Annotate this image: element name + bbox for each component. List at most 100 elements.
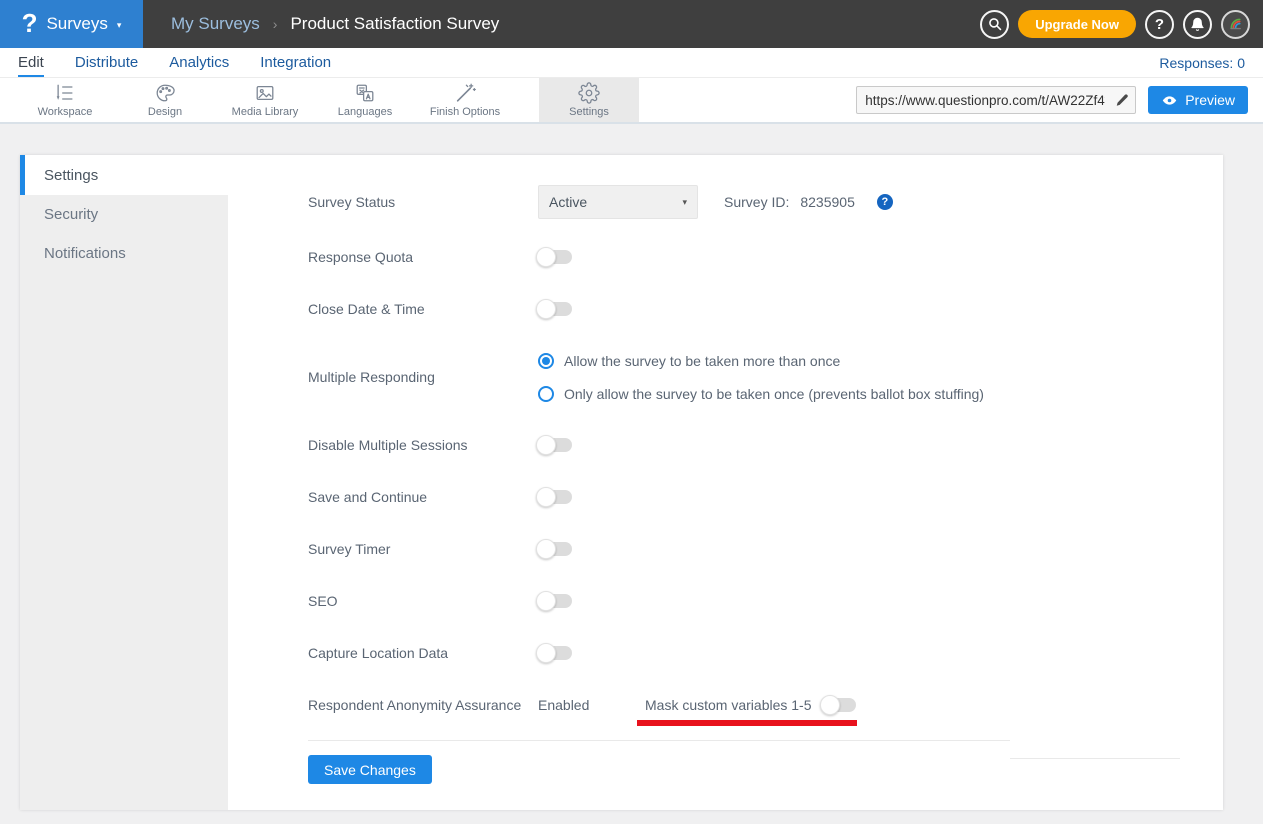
survey-id-label: Survey ID: — [724, 194, 789, 210]
seo-toggle[interactable] — [538, 594, 572, 608]
toggle-knob — [536, 299, 556, 319]
close-date-time-toggle[interactable] — [538, 302, 572, 316]
search-button[interactable] — [980, 10, 1009, 39]
chevron-down-icon: ▾ — [682, 197, 687, 208]
chevron-down-icon: ▾ — [117, 20, 122, 31]
tool-tab-languages[interactable]: Languages — [315, 78, 415, 122]
mask-custom-variables-toggle[interactable] — [822, 698, 856, 712]
notifications-button[interactable] — [1183, 10, 1212, 39]
responses-count[interactable]: Responses: 0 — [1159, 48, 1245, 77]
disable-multiple-sessions-toggle[interactable] — [538, 438, 572, 452]
tab-analytics[interactable]: Analytics — [169, 48, 229, 77]
question-icon: ? — [1155, 16, 1164, 33]
tab-edit[interactable]: Edit — [18, 48, 44, 77]
pencil-icon — [1115, 93, 1129, 107]
upgrade-now-button[interactable]: Upgrade Now — [1018, 10, 1136, 38]
survey-timer-label: Survey Timer — [308, 541, 538, 557]
seo-label: SEO — [308, 593, 538, 609]
multiple-responding-row: Multiple Responding Allow the survey to … — [308, 335, 1223, 419]
account-avatar[interactable] — [1221, 10, 1250, 39]
toggle-knob — [536, 591, 556, 611]
tool-tab-label: Settings — [569, 106, 609, 118]
workspace-icon — [54, 82, 76, 104]
breadcrumb-my-surveys[interactable]: My Surveys — [171, 14, 260, 34]
mask-custom-variables-label: Mask custom variables 1-5 — [645, 697, 822, 713]
response-quota-row: Response Quota — [308, 231, 1223, 283]
settings-card: Settings Security Notifications Survey S… — [20, 155, 1223, 810]
toggle-knob — [536, 539, 556, 559]
respondent-anonymity-label: Respondent Anonymity Assurance — [308, 697, 538, 713]
tab-integration[interactable]: Integration — [260, 48, 331, 77]
multiple-responding-options: Allow the survey to be taken more than o… — [538, 345, 984, 410]
topbar: ? Surveys ▾ My Surveys › Product Satisfa… — [0, 0, 1263, 48]
radio-allow-multiple-label: Allow the survey to be taken more than o… — [564, 353, 840, 369]
radio-selected-icon — [538, 353, 554, 369]
tool-tab-label: Workspace — [38, 106, 93, 118]
tool-tab-design[interactable]: Design — [115, 78, 215, 122]
survey-status-row: Survey Status Active ▾ Survey ID: 823590… — [308, 179, 1223, 225]
breadcrumb: My Surveys › Product Satisfaction Survey — [171, 14, 499, 34]
product-name: Surveys — [46, 14, 107, 34]
survey-id-help-icon[interactable]: ? — [877, 194, 893, 210]
toggle-knob — [536, 247, 556, 267]
topbar-actions: Upgrade Now ? — [980, 10, 1250, 39]
divider — [308, 740, 1010, 741]
product-switcher[interactable]: ? Surveys ▾ — [0, 0, 143, 48]
radio-allow-multiple[interactable]: Allow the survey to be taken more than o… — [538, 345, 984, 377]
tool-tab-finish-options[interactable]: Finish Options — [415, 78, 515, 122]
capture-location-data-row: Capture Location Data — [308, 627, 1223, 679]
survey-status-label: Survey Status — [308, 194, 538, 210]
sidebar-item-notifications[interactable]: Notifications — [20, 234, 228, 273]
settings-sidebar: Settings Security Notifications — [20, 155, 228, 810]
edit-toolbar: Workspace Design Media Library Languages — [0, 78, 1263, 124]
edit-url-button[interactable] — [1109, 93, 1135, 107]
seo-row: SEO — [308, 575, 1223, 627]
avatar-logo-icon — [1226, 14, 1246, 34]
radio-only-once[interactable]: Only allow the survey to be taken once (… — [538, 378, 984, 410]
tool-tab-settings[interactable]: Settings — [539, 78, 639, 122]
magnifier-icon — [987, 16, 1003, 32]
page-title: Product Satisfaction Survey — [290, 14, 499, 34]
survey-timer-toggle[interactable] — [538, 542, 572, 556]
translate-icon — [354, 82, 376, 104]
settings-form: Survey Status Active ▾ Survey ID: 823590… — [228, 155, 1223, 810]
wand-icon — [454, 82, 476, 104]
save-and-continue-row: Save and Continue — [308, 471, 1223, 523]
save-and-continue-label: Save and Continue — [308, 489, 538, 505]
survey-status-dropdown[interactable]: Active ▾ — [538, 185, 698, 219]
toggle-knob — [536, 643, 556, 663]
survey-status-value: Active — [549, 194, 587, 210]
save-changes-button[interactable]: Save Changes — [308, 755, 432, 784]
survey-id-value: 8235905 — [800, 194, 855, 210]
tool-tab-workspace[interactable]: Workspace — [15, 78, 115, 122]
eye-icon — [1161, 93, 1178, 108]
bell-icon — [1190, 17, 1205, 32]
preview-button[interactable]: Preview — [1148, 86, 1248, 114]
multiple-responding-label: Multiple Responding — [308, 369, 538, 385]
main-content: Settings Security Notifications Survey S… — [0, 124, 1263, 810]
red-annotation-underline — [637, 720, 857, 726]
tool-tab-label: Finish Options — [430, 106, 500, 118]
breadcrumb-separator: › — [273, 16, 278, 32]
tab-distribute[interactable]: Distribute — [75, 48, 138, 77]
save-and-continue-toggle[interactable] — [538, 490, 572, 504]
disable-multiple-sessions-label: Disable Multiple Sessions — [308, 437, 538, 453]
tool-tab-label: Design — [148, 106, 182, 118]
survey-url-input[interactable] — [857, 93, 1109, 108]
survey-url-field — [856, 86, 1136, 114]
divider — [1010, 758, 1180, 759]
toolbar-right: Preview — [856, 86, 1248, 114]
section-nav: Edit Distribute Analytics Integration Re… — [0, 48, 1263, 78]
help-button[interactable]: ? — [1145, 10, 1174, 39]
close-date-time-row: Close Date & Time — [308, 283, 1223, 335]
toggle-knob — [820, 695, 840, 715]
questionpro-logo-icon: ? — [22, 10, 38, 36]
sidebar-item-security[interactable]: Security — [20, 195, 228, 234]
gear-icon — [578, 82, 600, 104]
tool-tab-media-library[interactable]: Media Library — [215, 78, 315, 122]
capture-location-data-label: Capture Location Data — [308, 645, 538, 661]
image-icon — [254, 82, 276, 104]
sidebar-item-settings[interactable]: Settings — [20, 155, 228, 195]
response-quota-toggle[interactable] — [538, 250, 572, 264]
capture-location-data-toggle[interactable] — [538, 646, 572, 660]
